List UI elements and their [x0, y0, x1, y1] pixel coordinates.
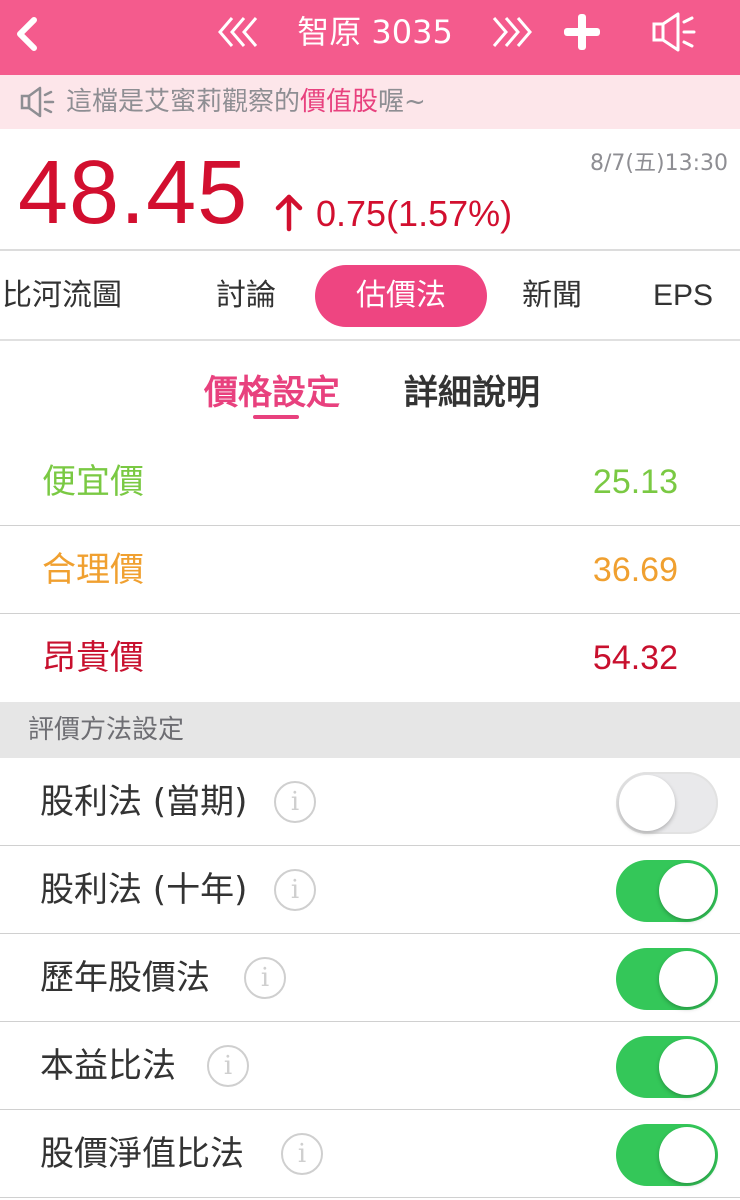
expensive-price-label: 昂貴價 — [42, 638, 144, 678]
method-label: 本益比法 — [40, 1046, 176, 1086]
toggle-knob — [619, 775, 675, 831]
info-icon[interactable]: i — [281, 1133, 323, 1175]
method-label: 歷年股價法 — [40, 958, 210, 998]
method-label: 股價淨值比法 — [40, 1134, 244, 1174]
arrow-up-icon — [275, 194, 303, 232]
fair-price-label: 合理價 — [42, 550, 144, 590]
cheap-price-value: 25.13 — [592, 463, 678, 501]
double-chevron-right-icon — [492, 17, 532, 47]
next-stock-button[interactable] — [488, 12, 534, 52]
announcement-banner[interactable]: 這檔是艾蜜莉觀察的價值股喔~ — [0, 75, 740, 129]
megaphone-icon — [652, 12, 696, 52]
method-toggle-pe-ratio[interactable] — [616, 1036, 718, 1098]
tab-bar: 比河流圖 討論 估價法 新聞 EPS — [0, 251, 740, 341]
add-to-watchlist-button[interactable] — [560, 10, 604, 54]
toggle-knob — [659, 951, 715, 1007]
info-icon[interactable]: i — [274, 781, 316, 823]
back-button[interactable] — [8, 12, 48, 56]
method-toggle-historical-price[interactable] — [616, 948, 718, 1010]
method-row-pe-ratio: 本益比法 i — [0, 1022, 740, 1110]
chevron-left-icon — [17, 17, 37, 51]
subtab-price-settings[interactable]: 價格設定 — [204, 365, 340, 414]
sub-tab-bar: 價格設定 詳細說明 — [0, 343, 740, 438]
expensive-price-row: 昂貴價 54.32 — [0, 614, 740, 702]
announcement-text: 這檔是艾蜜莉觀察的價值股喔~ — [66, 75, 426, 129]
method-row-dividend-current: 股利法 (當期) i — [0, 758, 740, 846]
method-row-historical-price: 歷年股價法 i — [0, 934, 740, 1022]
toggle-knob — [659, 863, 715, 919]
expensive-price-value: 54.32 — [592, 639, 678, 677]
quote-time: 8/7(五)13:30 — [590, 151, 728, 176]
toggle-knob — [659, 1127, 715, 1183]
methods-section-header: 評價方法設定 — [0, 702, 740, 758]
tab-eps[interactable]: EPS — [653, 265, 713, 327]
announcement-text-after: 喔~ — [378, 87, 426, 117]
method-toggle-pb-ratio[interactable] — [616, 1124, 718, 1186]
method-toggle-dividend-ten-year[interactable] — [616, 860, 718, 922]
method-toggle-dividend-current[interactable] — [616, 772, 718, 834]
plus-icon — [564, 14, 600, 50]
announcement-text-before: 這檔是艾蜜莉觀察的 — [66, 87, 301, 117]
method-row-pb-ratio: 股價淨值比法 i — [0, 1110, 740, 1198]
stock-title: 智原 3035 — [297, 13, 453, 51]
methods-section-title: 評價方法設定 — [28, 715, 185, 745]
double-chevron-left-icon — [218, 17, 258, 47]
toggle-knob — [659, 1039, 715, 1095]
info-icon[interactable]: i — [244, 957, 286, 999]
tab-valuation[interactable]: 估價法 — [315, 265, 487, 327]
info-icon[interactable]: i — [207, 1045, 249, 1087]
method-label: 股利法 (當期) — [40, 782, 248, 822]
price-change: 0.75(1.57%) — [316, 193, 513, 234]
current-price: 48.45 — [18, 143, 249, 243]
subtab-detailed-explanation[interactable]: 詳細說明 — [404, 365, 540, 414]
fair-price-row: 合理價 36.69 — [0, 526, 740, 614]
cheap-price-row: 便宜價 25.13 — [0, 438, 740, 526]
method-label: 股利法 (十年) — [40, 870, 248, 910]
announcement-highlight: 價值股 — [300, 87, 379, 117]
tab-discussion[interactable]: 討論 — [216, 265, 276, 327]
quote-panel: 8/7(五)13:30 48.45 0.75(1.57%) — [0, 129, 740, 251]
top-bar: 智原 3035 — [0, 0, 740, 75]
announcement-button[interactable] — [650, 10, 698, 54]
subtab-active-indicator — [253, 415, 299, 419]
tab-news[interactable]: 新聞 — [522, 265, 582, 327]
megaphone-icon — [20, 86, 55, 118]
fair-price-value: 36.69 — [592, 551, 678, 589]
cheap-price-label: 便宜價 — [42, 462, 144, 502]
previous-stock-button[interactable] — [216, 12, 262, 52]
method-row-dividend-ten-year: 股利法 (十年) i — [0, 846, 740, 934]
tab-river-chart[interactable]: 比河流圖 — [2, 265, 122, 327]
info-icon[interactable]: i — [274, 869, 316, 911]
